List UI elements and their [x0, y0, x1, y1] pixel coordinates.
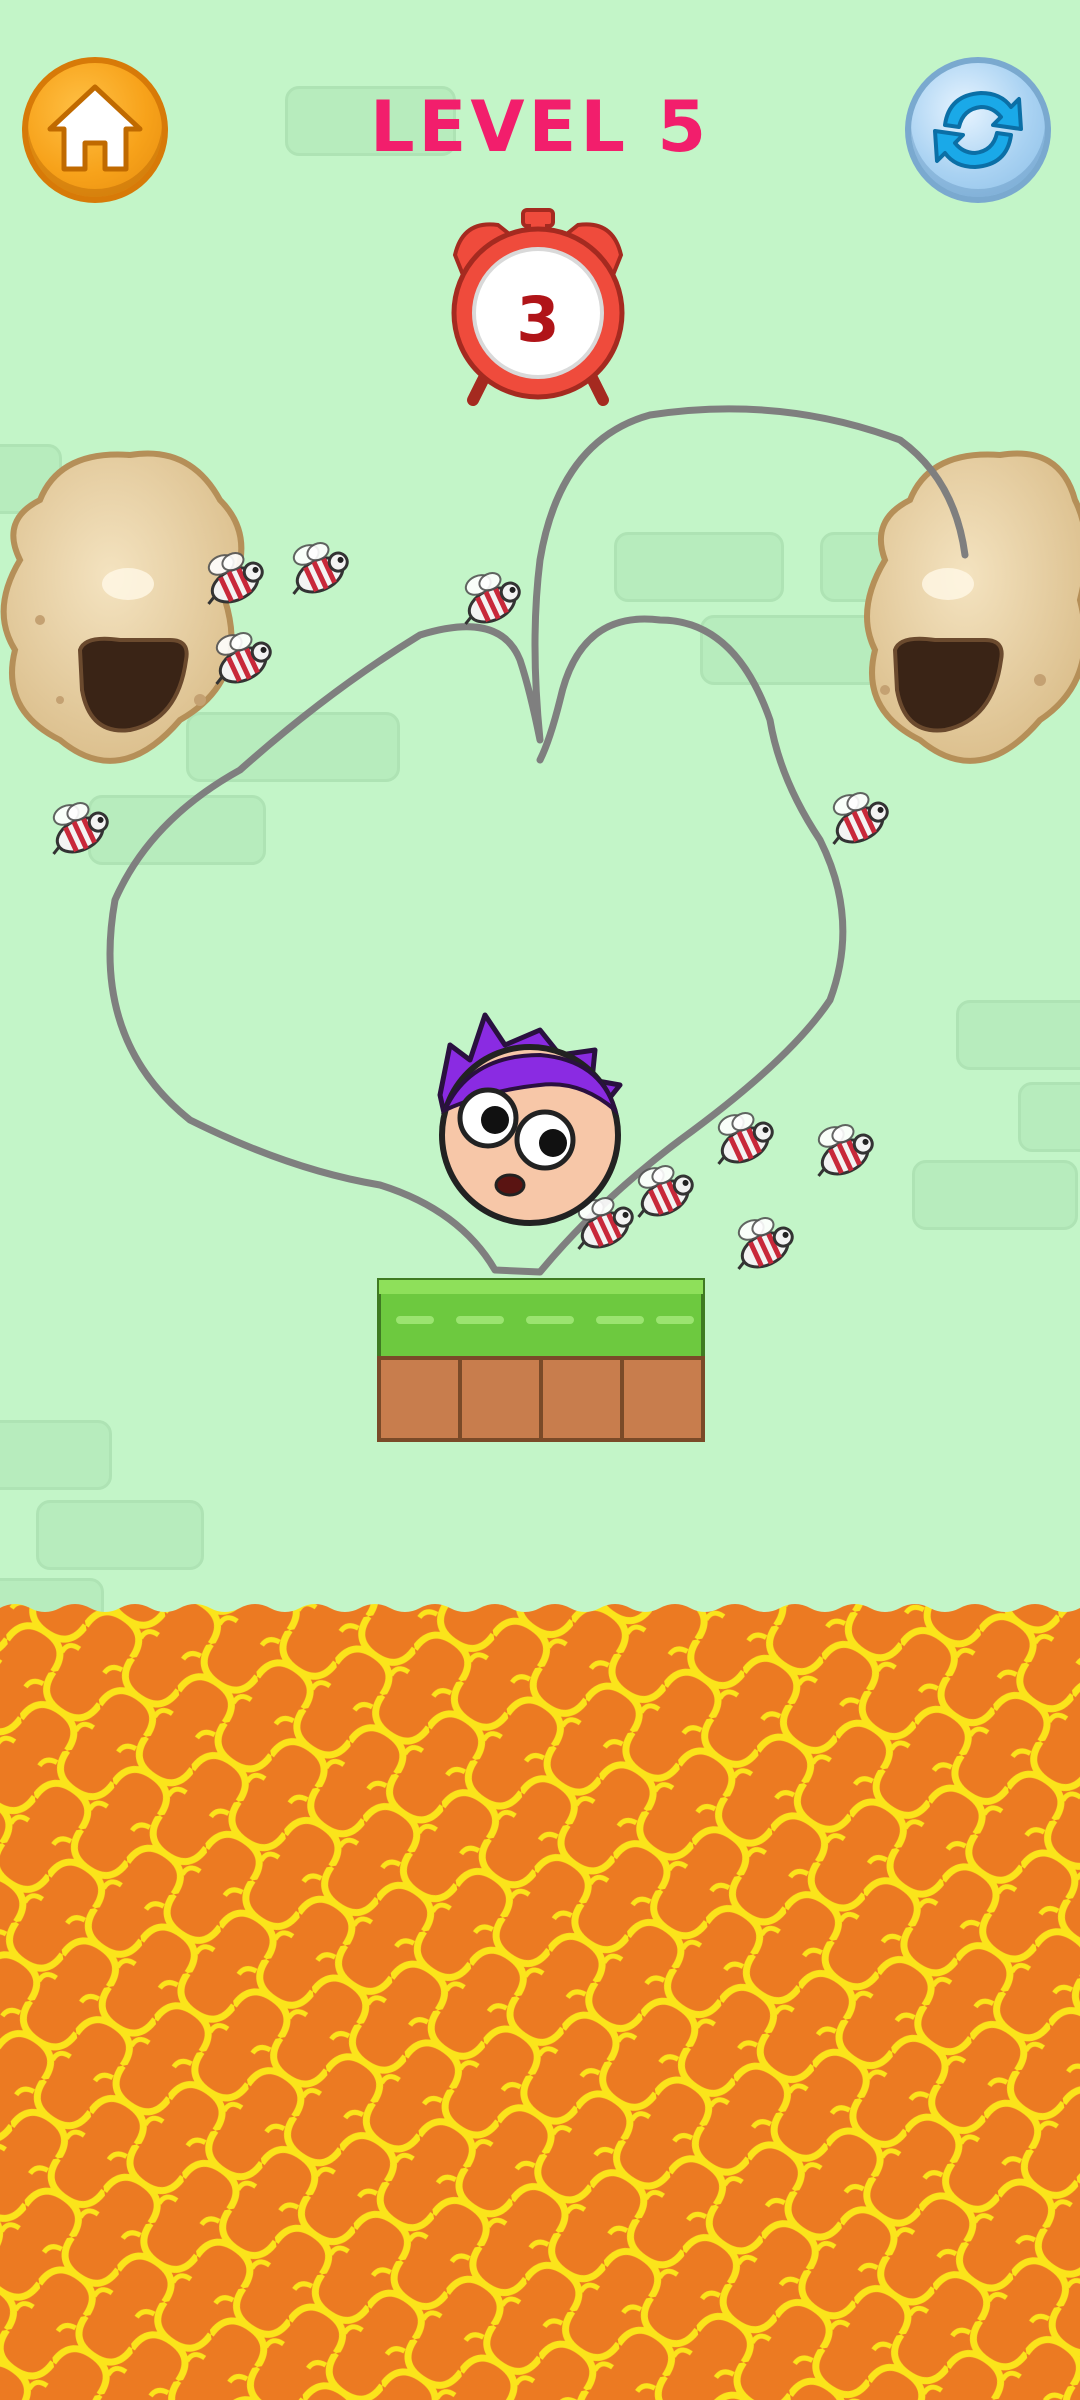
beehive-left [0, 450, 245, 764]
level-title: LEVEL 5 [369, 86, 711, 168]
bee [449, 562, 526, 632]
bee [277, 532, 354, 602]
timer: 3 [433, 205, 643, 415]
bee [817, 782, 894, 852]
restart-button[interactable] [905, 57, 1051, 203]
character-head [437, 1012, 623, 1226]
bee [37, 792, 114, 862]
bee [622, 1155, 699, 1225]
timer-value: 3 [516, 283, 560, 356]
character-mouth [494, 1173, 526, 1197]
lava-hazard [0, 1604, 1080, 2400]
bee [722, 1207, 799, 1277]
game-scene: LEVEL 5 3 [0, 0, 1080, 2400]
home-button[interactable] [22, 57, 168, 203]
refresh-icon [933, 91, 1023, 169]
home-icon [47, 84, 143, 172]
bee [802, 1114, 879, 1184]
grass-platform [377, 1278, 705, 1442]
beehive-right [864, 450, 1080, 764]
